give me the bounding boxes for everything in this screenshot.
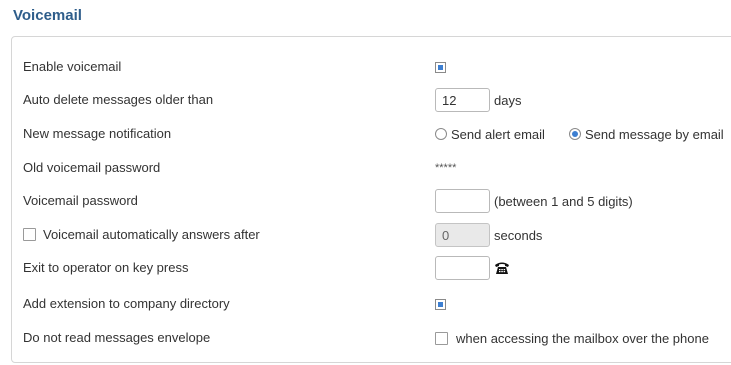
auto-delete-label: Auto delete messages older than [23,92,214,107]
voicemail-password-control: (between 1 and 5 digits) [435,189,633,213]
auto-delete-days-unit: days [494,92,522,108]
enable-voicemail-control [435,55,446,79]
voicemail-password-input[interactable] [435,189,490,213]
auto-answer-checkbox[interactable] [23,228,36,241]
company-directory-control [435,292,446,316]
enable-voicemail-checkbox[interactable] [435,61,446,73]
auto-answer-seconds-unit: seconds [494,227,543,243]
row-auto-answer: Voicemail automatically answers after se… [12,223,731,247]
row-new-message-notification: New message notification Send alert emai… [12,122,731,146]
row-old-password: Old voicemail password ***** [12,156,731,180]
telephone-icon [494,261,510,275]
row-auto-delete: Auto delete messages older than days [12,88,731,112]
voicemail-settings-panel: Enable voicemail Auto delete messages ol… [11,36,731,363]
voicemail-password-hint: (between 1 and 5 digits) [494,193,633,209]
old-password-value: ***** [435,162,457,174]
company-directory-label: Add extension to company directory [23,296,230,311]
no-envelope-checkbox[interactable] [435,331,448,345]
company-directory-checkbox[interactable] [435,298,446,310]
auto-delete-control: days [435,88,521,112]
notification-label: New message notification [23,126,172,141]
auto-answer-seconds-input[interactable] [435,223,490,247]
row-no-envelope: Do not read messages envelope when acces… [12,326,731,350]
row-company-directory: Add extension to company directory [12,292,731,316]
no-envelope-control: when accessing the mailbox over the phon… [435,326,709,350]
exit-operator-key-input[interactable] [435,256,490,280]
row-enable-voicemail: Enable voicemail [12,55,731,79]
section-title: Voicemail [13,7,82,24]
no-envelope-hint[interactable]: when accessing the mailbox over the phon… [456,331,709,346]
send-alert-email-radio[interactable] [435,128,447,140]
auto-delete-days-input[interactable] [435,88,490,112]
auto-answer-control: seconds [435,223,542,247]
row-voicemail-password: Voicemail password (between 1 and 5 digi… [12,189,731,213]
auto-answer-label[interactable]: Voicemail automatically answers after [43,227,260,242]
no-envelope-label: Do not read messages envelope [23,330,211,345]
old-password-control: ***** [435,156,456,180]
notification-control: Send alert email Send message by email [435,122,724,146]
exit-operator-control [435,256,510,280]
enable-voicemail-label: Enable voicemail [23,59,122,74]
row-exit-to-operator: Exit to operator on key press [12,256,731,280]
send-message-by-email-radio[interactable] [568,128,581,140]
exit-operator-label: Exit to operator on key press [23,260,189,275]
voicemail-password-label: Voicemail password [23,193,138,208]
old-password-label: Old voicemail password [23,160,161,175]
send-message-by-email-label[interactable]: Send message by email [585,127,724,142]
send-alert-email-label[interactable]: Send alert email [451,127,545,142]
